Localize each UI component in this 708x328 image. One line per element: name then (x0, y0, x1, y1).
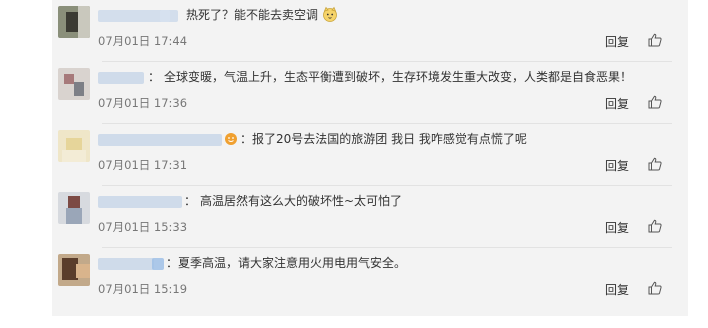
username-badge (152, 258, 164, 270)
reply-button[interactable]: 回复 (605, 157, 629, 174)
comment-text: 热死了？能不能去卖空调 (186, 6, 338, 23)
comment-time: 07月01日 17:31 (98, 158, 188, 172)
avatar[interactable] (58, 192, 90, 224)
comment-item: 热死了？能不能去卖空调 07月01日 17:44 回复 (52, 0, 688, 62)
name-separator: ： (240, 132, 253, 146)
comment-item: ： 全球变暖，气温上升，生态平衡遭到破坏，生存环境发生重大改变，人类都是自食恶果… (52, 62, 688, 124)
reply-button[interactable]: 回复 (605, 33, 629, 50)
comment-time: 07月01日 17:44 (98, 34, 188, 48)
cat-face-icon (322, 6, 337, 22)
comment-text: 夏季高温，请大家注意用火用电用气安全。 (178, 256, 407, 270)
avatar[interactable] (58, 6, 90, 38)
comment-text: 高温居然有这么大的破坏性~太可怕了 (200, 194, 403, 208)
comment-time: 07月01日 17:36 (98, 96, 188, 110)
thumbs-up-icon[interactable] (648, 33, 662, 47)
name-separator: ： (184, 194, 197, 208)
comment-text: 全球变暖，气温上升，生态平衡遭到破坏，生存环境发生重大改变，人类都是自食恶果！ (164, 70, 633, 84)
username-blurred[interactable] (98, 72, 144, 84)
comment-item: ： 高温居然有这么大的破坏性~太可怕了 07月01日 15:33 回复 (52, 186, 688, 248)
name-separator: ： (166, 256, 179, 270)
username-blurred[interactable] (98, 258, 154, 270)
comment-item: ： 夏季高温，请大家注意用火用电用气安全。 07月01日 15:19 回复 (52, 248, 688, 310)
comment-time: 07月01日 15:19 (98, 282, 188, 296)
thumbs-up-icon[interactable] (648, 281, 662, 295)
comment-text: 报了20号去法国的旅游团 我日 我咋感觉有点慌了呢 (252, 132, 527, 146)
reply-button[interactable]: 回复 (605, 219, 629, 236)
avatar[interactable] (58, 254, 90, 286)
reply-button[interactable]: 回复 (605, 95, 629, 112)
username-blurred[interactable] (98, 196, 182, 208)
smiley-badge-icon (225, 133, 237, 145)
thumbs-up-icon[interactable] (648, 157, 662, 171)
thumbs-up-icon[interactable] (648, 95, 662, 109)
reply-button[interactable]: 回复 (605, 281, 629, 298)
avatar[interactable] (58, 68, 90, 100)
username-blurred[interactable] (98, 134, 222, 146)
name-separator: ： (148, 70, 161, 84)
comment-item: ： 报了20号去法国的旅游团 我日 我咋感觉有点慌了呢 07月01日 17:31… (52, 124, 688, 186)
comment-list: 热死了？能不能去卖空调 07月01日 17:44 回复 ： 全球变暖，气温上升，… (52, 0, 688, 316)
avatar[interactable] (58, 130, 90, 162)
username-badge (160, 10, 170, 22)
thumbs-up-icon[interactable] (648, 219, 662, 233)
comment-time: 07月01日 15:33 (98, 220, 188, 234)
